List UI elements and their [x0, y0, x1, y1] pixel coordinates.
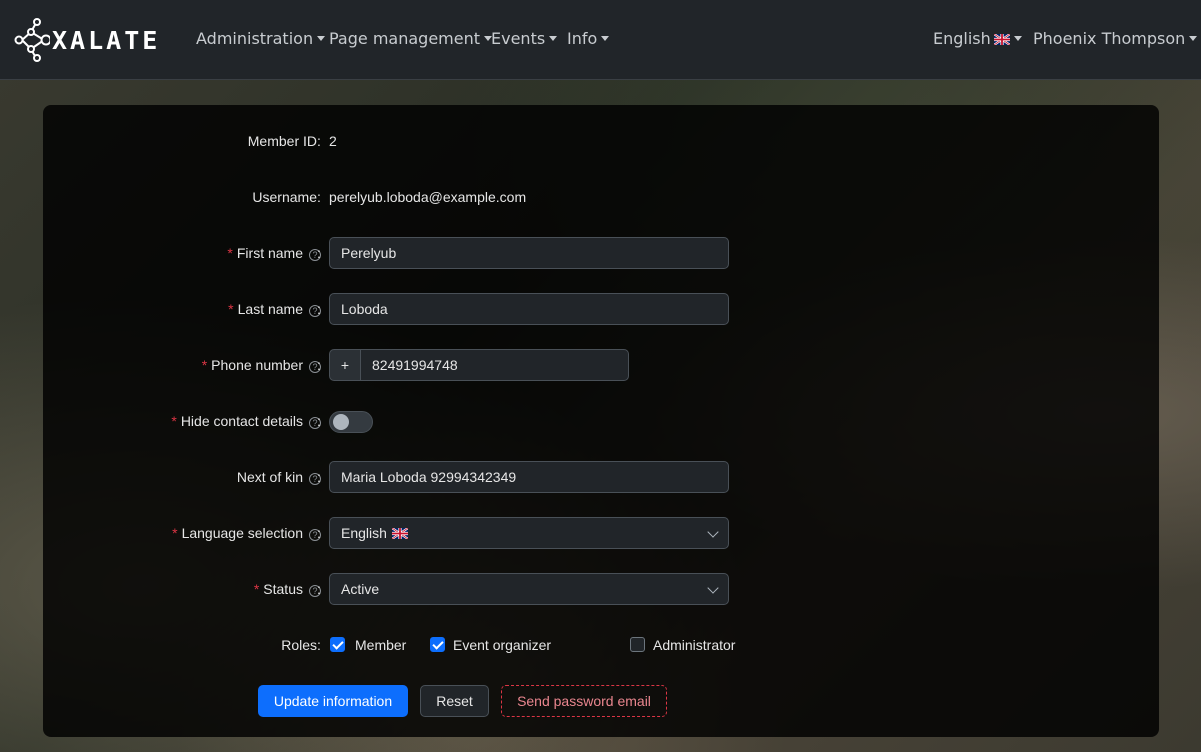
nav-info-label: Info [567, 29, 598, 48]
language-select-value: English [341, 525, 387, 541]
nav-language[interactable]: English [933, 29, 1022, 48]
last-name-input[interactable]: Loboda [329, 293, 729, 325]
first-name-row: * First name? : Perelyub [43, 237, 1159, 269]
reset-button[interactable]: Reset [420, 685, 489, 717]
required-mark: * [172, 525, 178, 541]
colon: : [317, 357, 321, 373]
language-label-text: Language selection [181, 525, 303, 541]
last-name-label-text: Last name [237, 301, 303, 317]
language-row: * Language selection? : English [43, 517, 1159, 549]
required-mark: * [228, 301, 234, 317]
status-select[interactable]: Active [329, 573, 729, 605]
colon: : [317, 245, 321, 261]
role-event-organizer-checkbox[interactable] [430, 637, 445, 652]
hide-contact-label: * Hide contact details? [171, 405, 321, 437]
colon: : [317, 525, 321, 541]
nav-page-management-label: Page management [329, 29, 480, 48]
colon: : [317, 581, 321, 597]
required-mark: * [253, 581, 260, 597]
molecule-logo-icon [14, 18, 50, 62]
nav-user-menu[interactable]: Phoenix Thompson [1033, 29, 1198, 48]
caret-down-icon [601, 36, 610, 41]
username-label: Username [252, 189, 317, 205]
nav-page-management[interactable]: Page management [329, 29, 492, 48]
member-form-panel: Member ID : 2 Username : perelyub.loboda… [43, 105, 1159, 737]
nav-administration[interactable]: Administration [196, 29, 326, 48]
language-select[interactable]: English [329, 517, 729, 549]
next-of-kin-label: Next of kin? [237, 461, 321, 493]
first-name-label: * First name? [227, 237, 321, 269]
status-row: * Status? : Active [43, 573, 1159, 605]
nav-administration-label: Administration [196, 29, 314, 48]
status-label-text: Status [263, 581, 303, 597]
next-of-kin-row: Next of kin? : Maria Loboda 92994342349 [43, 461, 1159, 493]
phone-row: * Phone number? : + 82491994748 [43, 349, 1159, 381]
colon: : [317, 469, 321, 485]
toggle-knob [333, 414, 349, 430]
role-member-label: Member [355, 637, 407, 653]
roles-label: Roles [281, 637, 317, 653]
username-value: perelyub.loboda@example.com [329, 189, 527, 205]
member-id-value: 2 [329, 133, 337, 149]
caret-down-icon [549, 36, 558, 41]
last-name-label: * Last name? [228, 293, 321, 325]
last-name-row: * Last name? : Loboda [43, 293, 1159, 325]
required-mark: * [201, 357, 208, 373]
colon: : [317, 133, 321, 149]
next-of-kin-label-text: Next of kin [236, 469, 303, 485]
nav-user-name: Phoenix Thompson [1033, 29, 1186, 48]
nav-info[interactable]: Info [567, 29, 610, 48]
chevron-down-icon [707, 526, 719, 538]
colon: : [317, 413, 321, 429]
colon: : [317, 189, 321, 205]
top-navbar: XALATE Administration Page management Ev… [0, 0, 1201, 80]
caret-down-icon [1013, 36, 1022, 41]
phone-label: * Phone number? [202, 349, 321, 381]
caret-down-icon [1189, 36, 1198, 41]
colon: : [317, 637, 321, 653]
caret-down-icon [317, 36, 326, 41]
colon: : [317, 301, 321, 317]
status-select-value: Active [341, 581, 380, 597]
status-label: * Status? [254, 573, 321, 605]
language-label: * Language selection? [172, 517, 321, 549]
phone-label-text: Phone number [211, 357, 303, 373]
member-id-label: Member ID [247, 133, 317, 149]
roles-row: Roles : Member Event organizer Administr… [43, 629, 1159, 661]
send-password-email-button[interactable]: Send password email [501, 685, 667, 717]
role-member-checkbox[interactable] [330, 637, 345, 652]
role-event-organizer-label: Event organizer [453, 637, 552, 653]
uk-flag-icon [391, 528, 408, 539]
chevron-down-icon [707, 582, 719, 594]
nav-language-label: English [933, 29, 991, 48]
first-name-input[interactable]: Perelyub [329, 237, 729, 269]
hide-contact-row: * Hide contact details? : [43, 405, 1159, 437]
uk-flag-icon [993, 34, 1010, 45]
phone-prefix: + [329, 349, 361, 381]
username-row: Username : perelyub.loboda@example.com [43, 181, 1159, 213]
phone-input[interactable]: 82491994748 [360, 349, 629, 381]
nav-events[interactable]: Events [491, 29, 558, 48]
hide-contact-label-text: Hide contact details [180, 413, 303, 429]
required-mark: * [227, 245, 233, 261]
nav-events-label: Events [491, 29, 546, 48]
first-name-label-text: First name [236, 245, 303, 261]
role-administrator-label: Administrator [653, 637, 736, 653]
role-administrator-checkbox[interactable] [630, 637, 645, 652]
next-of-kin-input[interactable]: Maria Loboda 92994342349 [329, 461, 729, 493]
member-id-row: Member ID : 2 [43, 125, 1159, 157]
required-mark: * [171, 413, 177, 429]
brand-logo[interactable]: XALATE [14, 18, 160, 62]
update-information-button[interactable]: Update information [258, 685, 408, 717]
hide-contact-toggle[interactable] [329, 411, 373, 433]
brand-name: XALATE [52, 25, 161, 55]
